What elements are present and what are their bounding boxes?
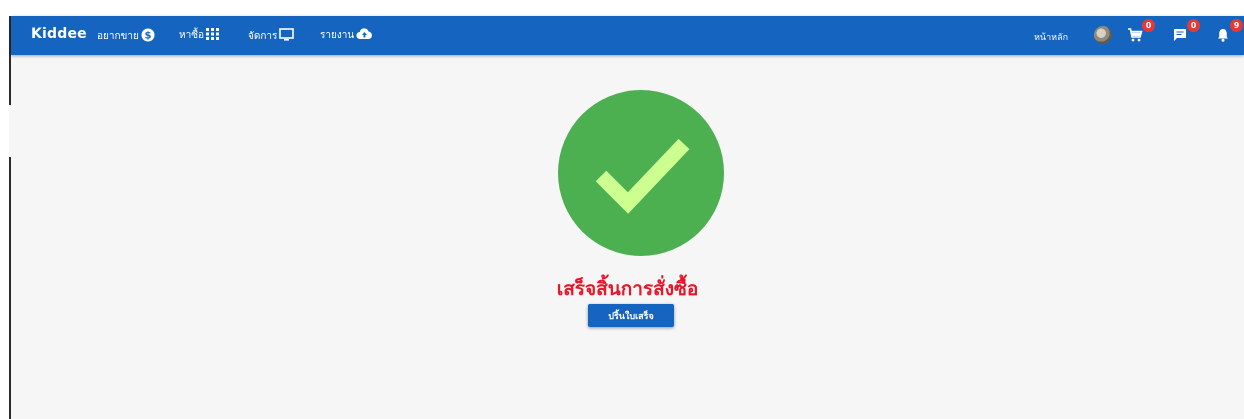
svg-text:$: $ bbox=[144, 30, 151, 41]
home-link[interactable]: หน้าหลัก bbox=[1034, 30, 1068, 44]
monitor-icon bbox=[279, 28, 295, 44]
print-receipt-button[interactable]: ปริ้นใบเสร็จ bbox=[588, 304, 674, 327]
nav-item-label: รายงาน bbox=[320, 30, 355, 41]
page: Kiddee อยากขาย $ หาซื้อ จัดการ รายงาน หน… bbox=[11, 16, 1244, 419]
cart-icon bbox=[1127, 27, 1143, 47]
bell-icon bbox=[1215, 27, 1231, 47]
brand-logo[interactable]: Kiddee bbox=[31, 26, 87, 42]
cart-button[interactable]: 0 bbox=[1127, 19, 1155, 47]
message-count-badge: 0 bbox=[1187, 19, 1200, 32]
cart-count-badge: 0 bbox=[1142, 19, 1155, 32]
top-navbar: Kiddee อยากขาย $ หาซื้อ จัดการ รายงาน หน… bbox=[11, 16, 1244, 55]
nav-item-label: หาซื้อ bbox=[179, 30, 204, 41]
grid-icon bbox=[206, 28, 219, 43]
cloud-upload-icon bbox=[356, 28, 373, 43]
nav-item-buy[interactable]: หาซื้อ bbox=[179, 28, 219, 43]
nav-item-manage[interactable]: จัดการ bbox=[248, 28, 295, 44]
dollar-circle-icon: $ bbox=[141, 28, 155, 45]
check-circle-icon bbox=[558, 90, 724, 256]
avatar[interactable] bbox=[1094, 26, 1112, 44]
order-complete-message: เสร็จสิ้นการสั่งซื้อ bbox=[556, 278, 699, 300]
notifications-button[interactable]: 9 bbox=[1215, 19, 1243, 47]
nav-item-label: จัดการ bbox=[248, 30, 278, 42]
nav-item-report[interactable]: รายงาน bbox=[320, 28, 373, 43]
nav-item-sell[interactable]: อยากขาย $ bbox=[97, 28, 155, 45]
nav-item-label: อยากขาย bbox=[97, 31, 139, 42]
messages-button[interactable]: 0 bbox=[1172, 19, 1200, 47]
notification-count-badge: 9 bbox=[1230, 19, 1243, 32]
chat-icon bbox=[1172, 27, 1188, 47]
